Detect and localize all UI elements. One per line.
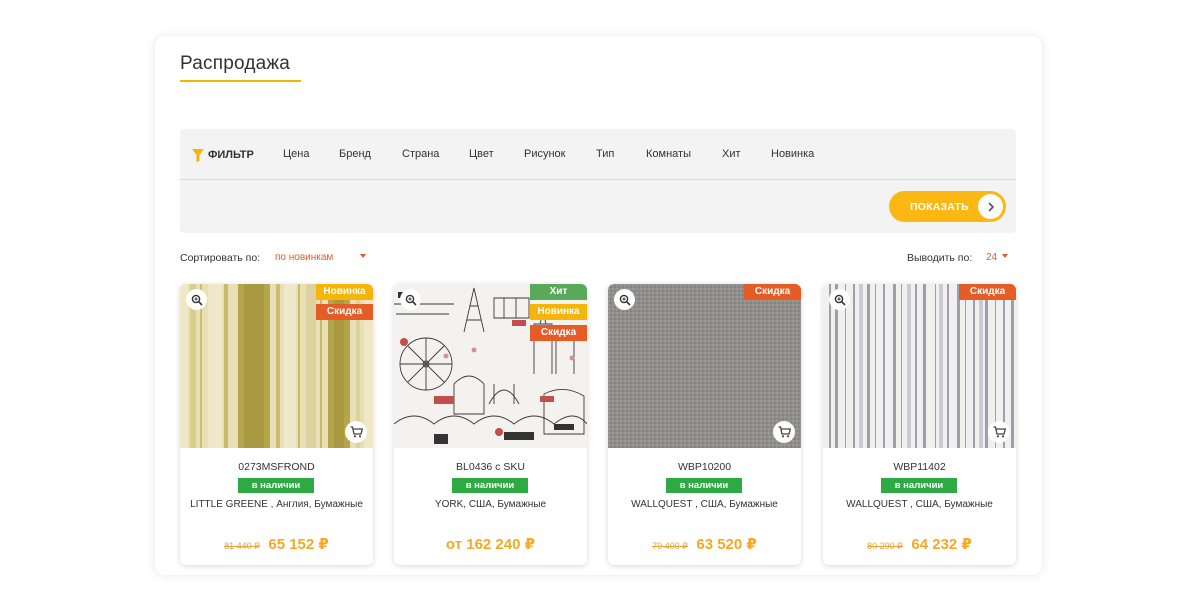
- badge-sale: Скидка: [744, 284, 801, 300]
- filter-box: ФИЛЬТР Цена Бренд Страна Цвет Рисунок Ти…: [180, 129, 1016, 233]
- filter-pattern[interactable]: Рисунок: [524, 148, 566, 160]
- sort-select[interactable]: по новинкам: [275, 252, 333, 263]
- product-sku[interactable]: BL0436 c SKU: [394, 461, 587, 473]
- gray-textile-wallpaper-image: [608, 284, 801, 448]
- chevron-right-icon: [978, 194, 1003, 219]
- stock-badge: в наличии: [666, 478, 742, 493]
- product-description: YORK, США, Бумажные: [434, 499, 547, 510]
- filter-price[interactable]: Цена: [283, 148, 309, 160]
- caret-down-icon[interactable]: [1002, 254, 1008, 258]
- product-sku[interactable]: WBP11402: [823, 461, 1016, 473]
- product-description: LITTLE GREENE , Англия, Бумажные: [190, 499, 363, 510]
- show-button-label: ПОКАЗАТЬ: [910, 201, 969, 213]
- filter-toggle[interactable]: ФИЛЬТР: [192, 147, 254, 163]
- filter-brand[interactable]: Бренд: [339, 148, 371, 160]
- zoom-icon[interactable]: [400, 289, 421, 310]
- current-price: 65 152 ₽: [268, 536, 329, 553]
- price-row: 79 400 ₽ 63 520 ₽: [608, 535, 801, 554]
- cart-icon[interactable]: [345, 421, 367, 443]
- badge-new: Новинка: [316, 284, 373, 300]
- filter-color[interactable]: Цвет: [469, 148, 494, 160]
- filter-new[interactable]: Новинка: [771, 148, 814, 160]
- badge-sale: Скидка: [959, 284, 1016, 300]
- stock-badge: в наличии: [881, 478, 957, 493]
- filter-label: ФИЛЬТР: [208, 149, 254, 161]
- product-description: WALLQUEST , США, Бумажные: [631, 499, 778, 510]
- filter-country[interactable]: Страна: [402, 148, 439, 160]
- cart-icon[interactable]: [988, 421, 1010, 443]
- product-card[interactable]: Скидка WBP11402 в наличии WALLQUEST , СШ…: [823, 284, 1016, 565]
- zoom-icon[interactable]: [186, 289, 207, 310]
- badge-sale: Скидка: [316, 304, 373, 320]
- funnel-icon: [192, 148, 204, 162]
- old-price: 79 400 ₽: [652, 541, 688, 551]
- cart-icon[interactable]: [773, 421, 795, 443]
- stock-badge: в наличии: [452, 478, 528, 493]
- product-sku[interactable]: 0273MSFROND: [180, 461, 373, 473]
- pinstripe-wallpaper-image: [823, 284, 1016, 448]
- section-title: Распродажа: [180, 53, 291, 74]
- old-price: 81 440 ₽: [224, 541, 260, 551]
- filter-row: ФИЛЬТР Цена Бренд Страна Цвет Рисунок Ти…: [180, 129, 1016, 180]
- price-row: от 162 240 ₽: [394, 535, 587, 554]
- filter-rooms[interactable]: Комнаты: [646, 148, 691, 160]
- zoom-icon[interactable]: [829, 289, 850, 310]
- badge-sale: Скидка: [530, 325, 587, 341]
- product-image[interactable]: [608, 284, 801, 448]
- sort-label: Сортировать по:: [180, 252, 261, 264]
- filter-hit[interactable]: Хит: [722, 148, 741, 160]
- product-description: WALLQUEST , США, Бумажные: [846, 499, 993, 510]
- filter-type[interactable]: Тип: [596, 148, 614, 160]
- show-button[interactable]: ПОКАЗАТЬ: [889, 191, 1006, 222]
- caret-down-icon[interactable]: [360, 254, 366, 258]
- current-price: 64 232 ₽: [911, 536, 972, 553]
- product-card[interactable]: Скидка WBP10200 в наличии WALLQUEST , СШ…: [608, 284, 801, 565]
- price-row: 81 440 ₽ 65 152 ₽: [180, 535, 373, 554]
- price-row: 80 290 ₽ 64 232 ₽: [823, 535, 1016, 554]
- sale-panel: Распродажа ФИЛЬТР Цена Бренд Страна Цвет…: [155, 36, 1042, 575]
- current-price: от 162 240 ₽: [445, 536, 536, 553]
- product-image[interactable]: [823, 284, 1016, 448]
- per-page-select[interactable]: 24: [986, 252, 997, 263]
- current-price: 63 520 ₽: [696, 536, 757, 553]
- zoom-icon[interactable]: [614, 289, 635, 310]
- old-price: 80 290 ₽: [867, 541, 903, 551]
- product-card[interactable]: Новинка Скидка 0273MSFROND в наличии LIT…: [180, 284, 373, 565]
- product-card[interactable]: Хит Новинка Скидка BL0436 c SKU в наличи…: [394, 284, 587, 565]
- badge-new: Новинка: [530, 304, 587, 320]
- per-page-label: Выводить по:: [907, 252, 973, 264]
- stock-badge: в наличии: [238, 478, 314, 493]
- title-underline: [180, 80, 301, 82]
- product-sku[interactable]: WBP10200: [608, 461, 801, 473]
- badge-hit: Хит: [530, 284, 587, 300]
